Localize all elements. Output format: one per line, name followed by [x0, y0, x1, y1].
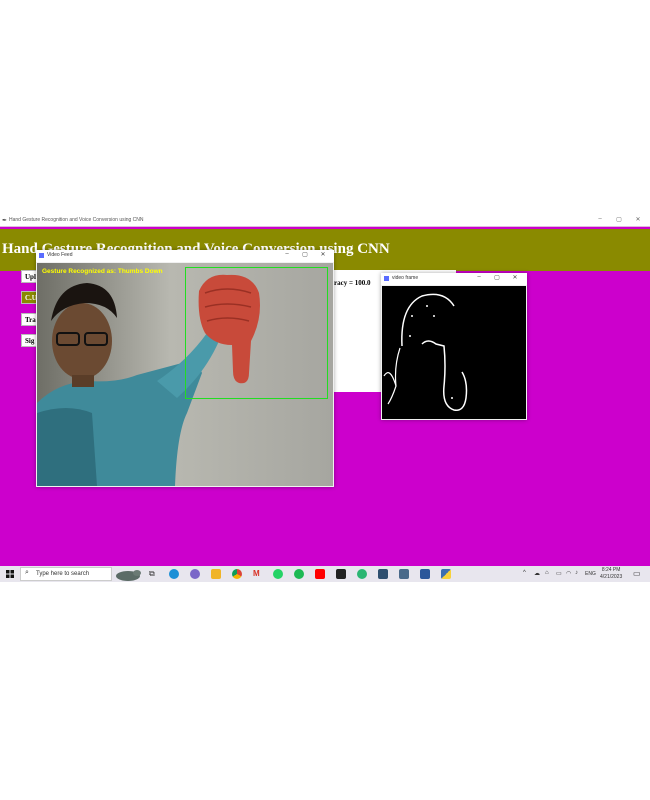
video-frame-titlebar[interactable]: video frame – ▢ ✕ — [381, 273, 527, 285]
minimize-icon[interactable]: – — [473, 274, 485, 280]
window-app-icon — [39, 253, 44, 258]
video-feed-title: Video Feed — [47, 252, 73, 258]
search-icon: ⌕ — [25, 569, 29, 576]
wifi-icon[interactable]: ◠ — [566, 570, 571, 577]
region-of-interest-box — [185, 267, 328, 399]
taskbar: ⌕ Type here to search ⧉ M ^ ☁ ⌂ ▭ ◠ ♪ EN… — [0, 566, 650, 582]
file-explorer-icon[interactable] — [211, 569, 221, 579]
app-feather-icon: ✒ — [2, 218, 8, 224]
settings-icon[interactable] — [190, 569, 200, 579]
close-icon[interactable]: ✕ — [317, 251, 329, 258]
battery-icon[interactable]: ▭ — [556, 570, 562, 577]
gmail-icon[interactable]: M — [253, 569, 260, 578]
windows-icon[interactable] — [3, 566, 17, 582]
gesture-recognized-label: Gesture Recognized as: Thumbs Down — [42, 268, 163, 275]
minimize-icon[interactable]: – — [281, 251, 293, 257]
app-icon[interactable] — [378, 569, 388, 579]
binary-mask-view — [382, 286, 526, 419]
app-titlebar: ✒ Hand Gesture Recognition and Voice Con… — [0, 216, 650, 227]
mask-scene — [383, 293, 468, 411]
terminal-icon[interactable] — [336, 569, 346, 579]
close-icon[interactable]: ✕ — [631, 216, 645, 223]
chrome-icon[interactable] — [232, 569, 242, 579]
minimize-icon[interactable]: – — [593, 216, 607, 222]
task-view-icon[interactable]: ⧉ — [149, 569, 155, 579]
video-feed-window: Video Feed – ▢ ✕ Gesture Recognized as: … — [36, 250, 334, 487]
youtube-icon[interactable] — [315, 569, 325, 579]
video-frame-title: video frame — [392, 275, 419, 281]
video-frame-window: video frame – ▢ ✕ — [381, 273, 527, 420]
whatsapp-icon[interactable] — [273, 569, 283, 579]
search-input[interactable]: ⌕ Type here to search — [20, 567, 112, 581]
app-window-title: Hand Gesture Recognition and Voice Conve… — [9, 217, 144, 223]
edge-icon[interactable] — [169, 569, 179, 579]
clock[interactable]: 8:24 PM 4/21/2023 — [600, 567, 622, 581]
camera-view: Gesture Recognized as: Thumbs Down — [37, 263, 333, 486]
volume-icon[interactable]: ♪ — [575, 570, 578, 576]
app-icon[interactable] — [399, 569, 409, 579]
chevron-up-icon[interactable]: ^ — [523, 570, 526, 576]
browser-icon[interactable] — [357, 569, 367, 579]
language-indicator[interactable]: ENG — [585, 571, 596, 577]
notifications-icon[interactable]: ▭ — [633, 569, 641, 578]
word-icon[interactable] — [420, 569, 430, 579]
clock-time: 8:24 PM — [601, 567, 621, 573]
search-highlight-icon[interactable] — [113, 566, 143, 582]
close-icon[interactable]: ✕ — [509, 274, 521, 281]
clock-date: 4/21/2023 — [600, 574, 623, 580]
search-placeholder: Type here to search — [36, 571, 90, 577]
maximize-icon[interactable]: ▢ — [491, 274, 503, 281]
spotify-icon[interactable] — [294, 569, 304, 579]
maximize-icon[interactable]: ▢ — [612, 216, 626, 223]
onedrive-icon[interactable]: ☁ — [534, 570, 540, 577]
window-app-icon — [384, 276, 389, 281]
video-feed-titlebar[interactable]: Video Feed – ▢ ✕ — [36, 250, 334, 262]
network-icon[interactable]: ⌂ — [545, 570, 549, 576]
python-icon[interactable] — [441, 569, 451, 579]
maximize-icon[interactable]: ▢ — [299, 251, 311, 258]
